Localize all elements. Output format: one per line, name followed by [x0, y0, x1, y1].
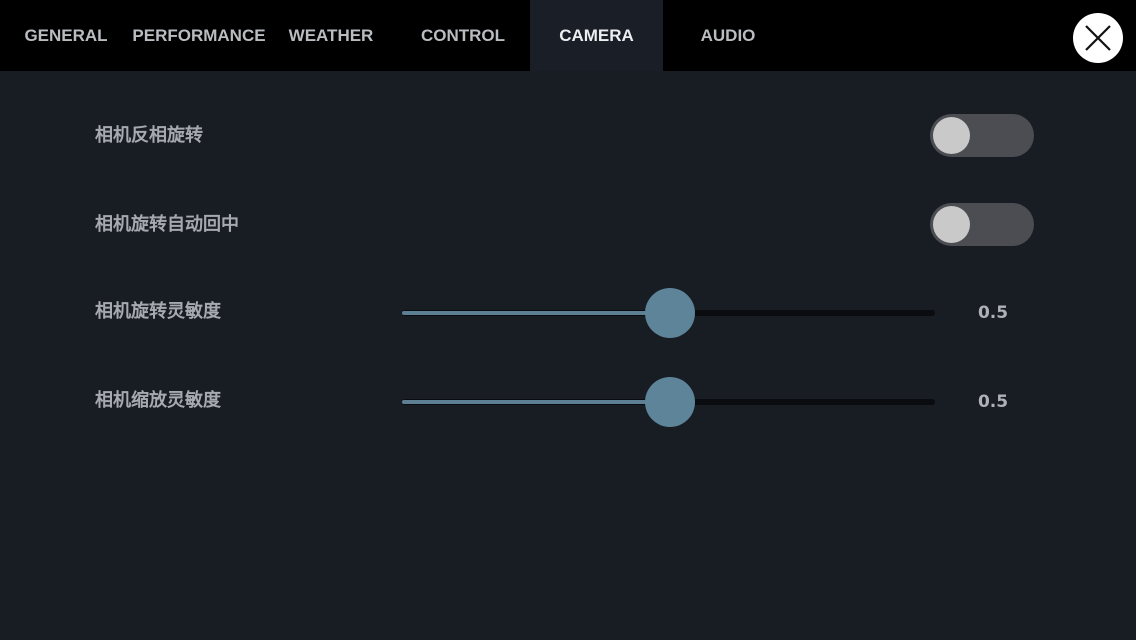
auto-center-toggle[interactable]	[930, 203, 1034, 246]
tab-general[interactable]: GENERAL	[14, 0, 118, 71]
tab-bar: GENERAL PERFORMANCE WEATHER CONTROL CAME…	[0, 0, 1136, 71]
toggle-knob	[933, 206, 970, 243]
close-x-icon	[1085, 25, 1111, 51]
auto-center-label: 相机旋转自动回中	[95, 214, 239, 235]
toggle-knob	[933, 117, 970, 154]
tab-control[interactable]: CONTROL	[410, 0, 516, 71]
rotation-sensitivity-label: 相机旋转灵敏度	[95, 301, 221, 322]
invert-rotation-label: 相机反相旋转	[95, 125, 203, 146]
slider-thumb[interactable]	[645, 288, 695, 338]
zoom-sensitivity-slider[interactable]	[402, 376, 935, 428]
close-button[interactable]	[1073, 13, 1123, 63]
rotation-sensitivity-value: 0.5	[977, 303, 1009, 323]
zoom-sensitivity-label: 相机缩放灵敏度	[95, 390, 221, 411]
slider-thumb[interactable]	[645, 377, 695, 427]
zoom-sensitivity-value: 0.5	[977, 392, 1009, 412]
rotation-sensitivity-slider[interactable]	[402, 287, 935, 339]
tab-performance[interactable]: PERFORMANCE	[130, 0, 268, 71]
slider-fill	[402, 400, 669, 404]
slider-fill	[402, 311, 669, 315]
invert-rotation-toggle[interactable]	[930, 114, 1034, 157]
tab-audio[interactable]: AUDIO	[680, 0, 776, 71]
tab-camera[interactable]: CAMERA	[530, 0, 663, 71]
tab-weather[interactable]: WEATHER	[280, 0, 382, 71]
